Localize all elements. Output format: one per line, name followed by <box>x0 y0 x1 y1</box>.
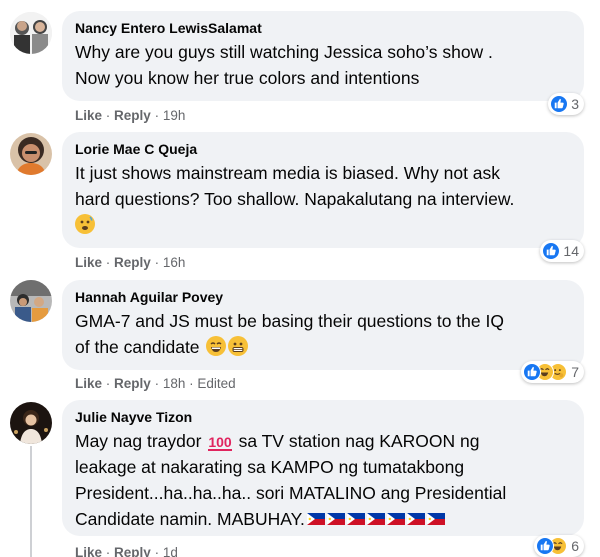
reply-thread-line <box>30 446 32 557</box>
philippine-flag-emoji <box>366 513 385 525</box>
reaction-summary[interactable]: 3 <box>548 93 584 115</box>
philippine-flag-emoji <box>306 513 325 525</box>
comment-bubble: Hannah Aguilar Povey GMA-7 and JS must b… <box>62 280 584 370</box>
comment-text-line: of the candidate <box>75 337 200 357</box>
philippine-flag-emoji <box>386 513 405 525</box>
comment-timestamp[interactable]: 18h <box>163 376 186 391</box>
like-reaction-icon <box>536 537 555 555</box>
reaction-summary[interactable]: 7 <box>521 361 584 383</box>
clipped-reply-link[interactable]: reply <box>75 0 103 5</box>
cold-sweat-emoji <box>75 214 95 234</box>
comment-text-line: It just shows mainstream media is biased… <box>75 163 501 183</box>
grinning-emoji <box>206 336 227 356</box>
comment-actions: Like · Reply · 18h · Edited <box>75 376 236 391</box>
hundred-points-emoji: 100 <box>208 434 232 451</box>
reaction-count: 6 <box>571 538 579 554</box>
comment-actions: Like · Reply · 1d <box>75 545 178 557</box>
reaction-count: 3 <box>571 96 579 112</box>
comment-bubble: Lorie Mae C Queja It just shows mainstre… <box>62 132 584 248</box>
avatar[interactable] <box>10 280 52 322</box>
comment-text-line: leakage at nakarating sa KAMPO ng tumata… <box>75 457 465 477</box>
comment-bubble: Julie Nayve Tizon May nag traydor 100 sa… <box>62 400 584 536</box>
philippine-flag-emoji <box>406 513 425 525</box>
comment-thread: reply Nancy Entero LewisSalamat Why are … <box>0 0 600 557</box>
comment-text: May nag traydor 100 sa TV station nag KA… <box>75 428 570 532</box>
comment-text-line: Now you know her true colors and intenti… <box>75 68 420 88</box>
reply-link[interactable]: Reply <box>114 545 151 557</box>
like-link[interactable]: Like <box>75 376 102 391</box>
reaction-summary[interactable]: 6 <box>534 535 584 557</box>
philippine-flag-emoji <box>326 513 345 525</box>
comment-actions: Like · Reply · 16h <box>75 255 186 270</box>
comment-text-line: GMA-7 and JS must be basing their questi… <box>75 311 504 331</box>
comment-text-line: May nag traydor <box>75 431 202 451</box>
avatar[interactable] <box>10 12 52 54</box>
comment-author[interactable]: Hannah Aguilar Povey <box>75 289 570 305</box>
avatar[interactable] <box>10 402 52 444</box>
reaction-count: 7 <box>571 364 579 380</box>
reply-link[interactable]: Reply <box>114 376 151 391</box>
comment-timestamp[interactable]: 16h <box>163 255 186 270</box>
comment-timestamp[interactable]: 19h <box>163 108 186 123</box>
reaction-summary[interactable]: 14 <box>540 240 584 262</box>
comment-text: It just shows mainstream media is biased… <box>75 160 570 238</box>
reply-link[interactable]: Reply <box>114 255 151 270</box>
comment-author[interactable]: Julie Nayve Tizon <box>75 409 570 425</box>
comment-actions: Like · Reply · 19h <box>75 108 186 123</box>
avatar[interactable] <box>10 133 52 175</box>
comment-text-line: President...ha..ha..ha.. sori MATALINO a… <box>75 483 507 503</box>
like-reaction-icon <box>523 363 542 381</box>
like-link[interactable]: Like <box>75 255 102 270</box>
reply-link[interactable]: Reply <box>114 108 151 123</box>
comment-author[interactable]: Nancy Entero LewisSalamat <box>75 20 570 36</box>
comment-text: Why are you guys still watching Jessica … <box>75 39 570 91</box>
comment-text-line: Why are you guys still watching Jessica … <box>75 42 493 62</box>
reaction-count: 14 <box>563 243 579 259</box>
philippine-flag-emoji <box>426 513 445 525</box>
like-link[interactable]: Like <box>75 545 102 557</box>
like-reaction-icon <box>542 242 561 260</box>
comment-timestamp[interactable]: 1d <box>163 545 178 557</box>
comment-text-line: Candidate namin. MABUHAY. <box>75 509 305 529</box>
philippine-flags <box>305 509 445 529</box>
edited-label: Edited <box>197 376 236 391</box>
philippine-flag-emoji <box>346 513 365 525</box>
comment-text-line: hard questions? Too shallow. Napakalutan… <box>75 189 515 209</box>
comment-bubble: Nancy Entero LewisSalamat Why are you gu… <box>62 11 584 101</box>
like-link[interactable]: Like <box>75 108 102 123</box>
comment-author[interactable]: Lorie Mae C Queja <box>75 141 570 157</box>
grimacing-emoji <box>228 336 249 356</box>
like-reaction-icon <box>550 95 569 113</box>
comment-text: GMA-7 and JS must be basing their questi… <box>75 308 570 360</box>
comment-text-line: sa TV station nag KAROON ng <box>238 431 480 451</box>
